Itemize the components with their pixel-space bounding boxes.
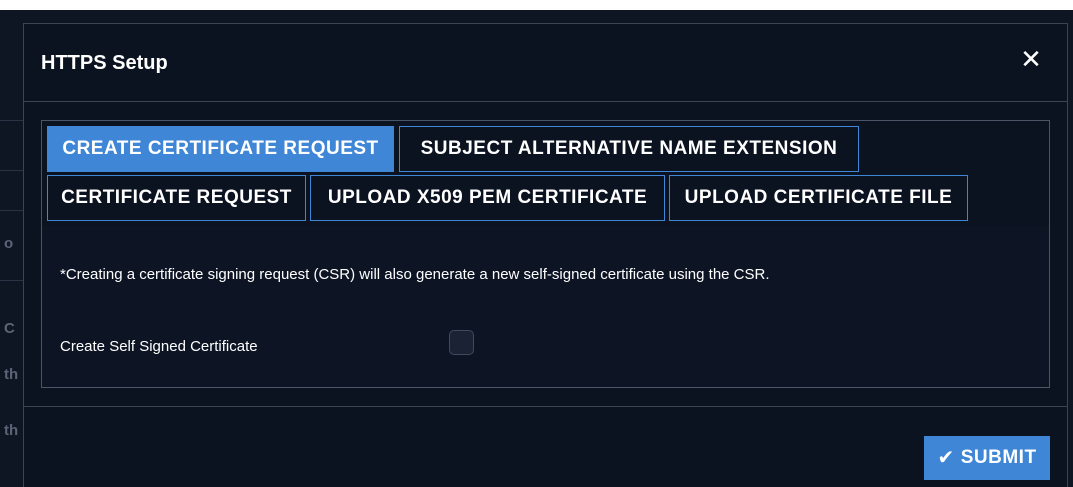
background-text: th bbox=[4, 366, 19, 383]
background-divider bbox=[0, 210, 24, 211]
tab-create-certificate-request[interactable]: CREATE CERTIFICATE REQUEST bbox=[47, 126, 394, 172]
tab-upload-x509-pem-certificate[interactable]: UPLOAD X509 PEM CERTIFICATE bbox=[310, 175, 665, 221]
background-text: C bbox=[4, 320, 15, 337]
self-signed-label: Create Self Signed Certificate bbox=[60, 338, 258, 355]
modal-header: HTTPS Setup ✕ bbox=[24, 24, 1067, 102]
page-backdrop: o C th th HTTPS Setup ✕ CREATE CERTIFICA… bbox=[0, 10, 1073, 487]
tab-panel: *Creating a certificate signing request … bbox=[42, 226, 1049, 387]
csr-note: *Creating a certificate signing request … bbox=[60, 266, 770, 283]
tab-container: CREATE CERTIFICATE REQUEST SUBJECT ALTER… bbox=[41, 120, 1050, 388]
background-divider bbox=[0, 170, 24, 171]
tab-subject-alternative-name-extension[interactable]: SUBJECT ALTERNATIVE NAME EXTENSION bbox=[399, 126, 859, 172]
close-icon[interactable]: ✕ bbox=[1018, 46, 1044, 72]
self-signed-checkbox[interactable] bbox=[449, 330, 474, 355]
checkmark-icon: ✔ bbox=[937, 447, 955, 469]
modal-title: HTTPS Setup bbox=[41, 52, 168, 74]
submit-button[interactable]: ✔ SUBMIT bbox=[924, 436, 1050, 480]
tab-bar: CREATE CERTIFICATE REQUEST SUBJECT ALTER… bbox=[42, 121, 1049, 226]
tab-upload-certificate-file[interactable]: UPLOAD CERTIFICATE FILE bbox=[669, 175, 968, 221]
submit-label: SUBMIT bbox=[960, 447, 1037, 468]
background-text: o bbox=[4, 235, 14, 252]
background-divider bbox=[0, 280, 24, 281]
footer-divider bbox=[24, 406, 1067, 407]
background-divider bbox=[0, 120, 24, 121]
https-setup-modal: HTTPS Setup ✕ CREATE CERTIFICATE REQUEST… bbox=[23, 23, 1068, 487]
tab-certificate-request[interactable]: CERTIFICATE REQUEST bbox=[47, 175, 306, 221]
background-text: th bbox=[4, 422, 19, 439]
